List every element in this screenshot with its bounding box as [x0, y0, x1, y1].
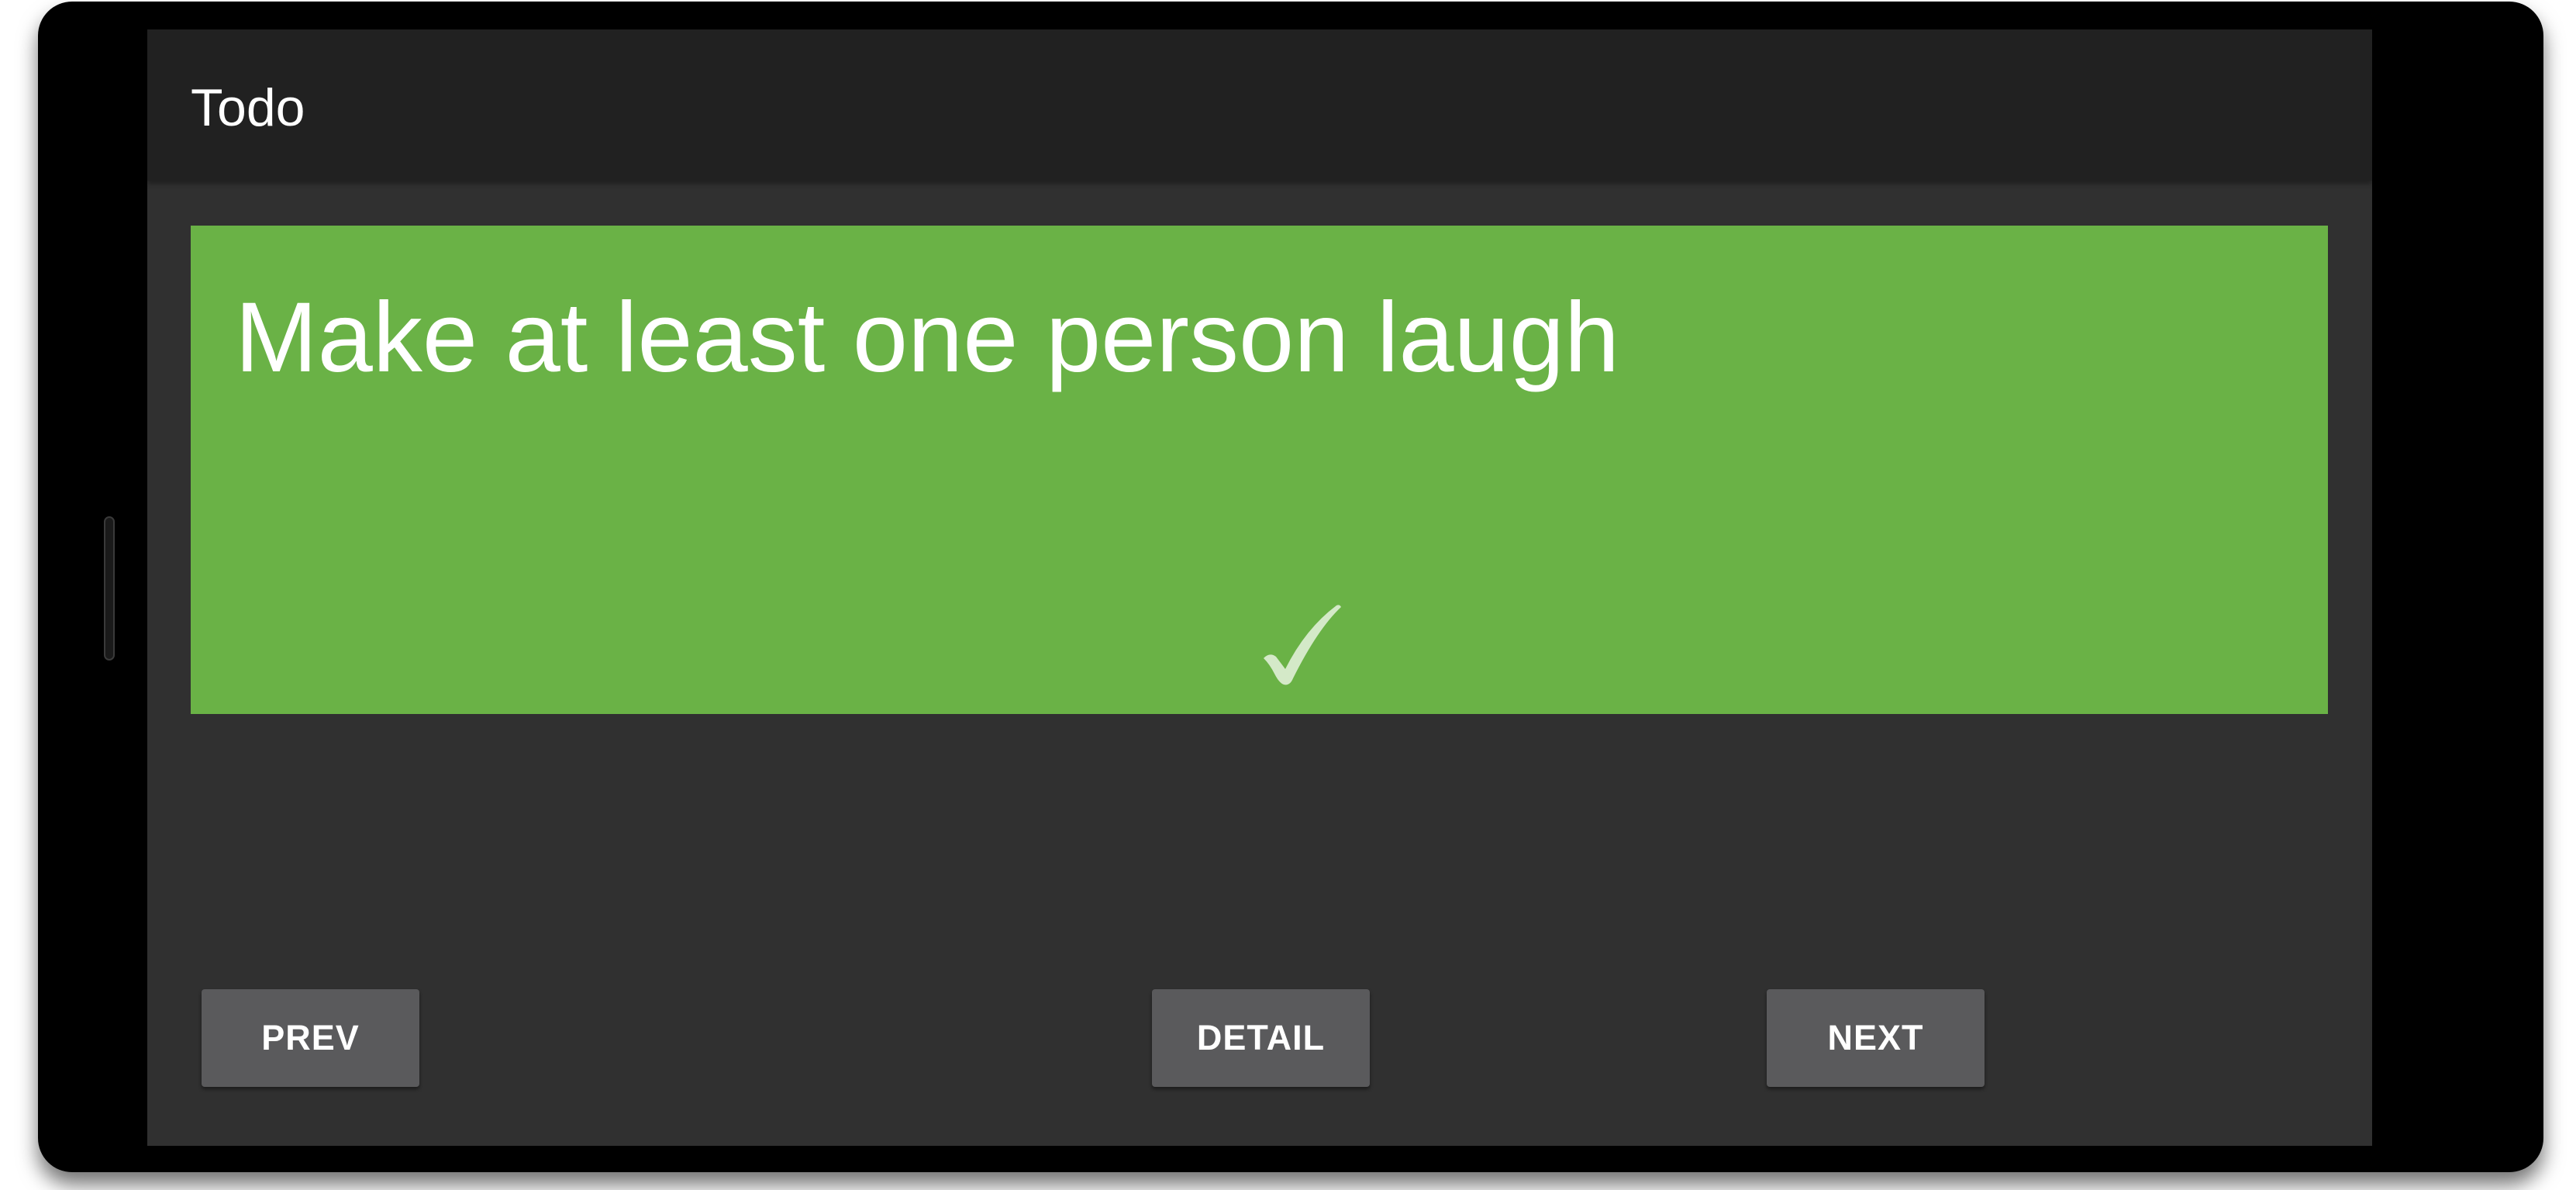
todo-title: Make at least one person laugh — [235, 282, 1620, 393]
device-frame: Todo Make at least one person laugh PREV… — [38, 2, 2543, 1172]
detail-button[interactable]: DETAIL — [1152, 989, 1370, 1087]
prev-button[interactable]: PREV — [202, 989, 419, 1087]
todo-card[interactable]: Make at least one person laugh — [191, 226, 2328, 714]
app-screen: Todo Make at least one person laugh PREV… — [147, 29, 2372, 1146]
next-button[interactable]: NEXT — [1767, 989, 1985, 1087]
check-icon — [1264, 605, 1341, 685]
app-title: Todo — [191, 78, 305, 137]
device-side-button — [104, 516, 115, 661]
app-bar: Todo — [147, 29, 2372, 181]
